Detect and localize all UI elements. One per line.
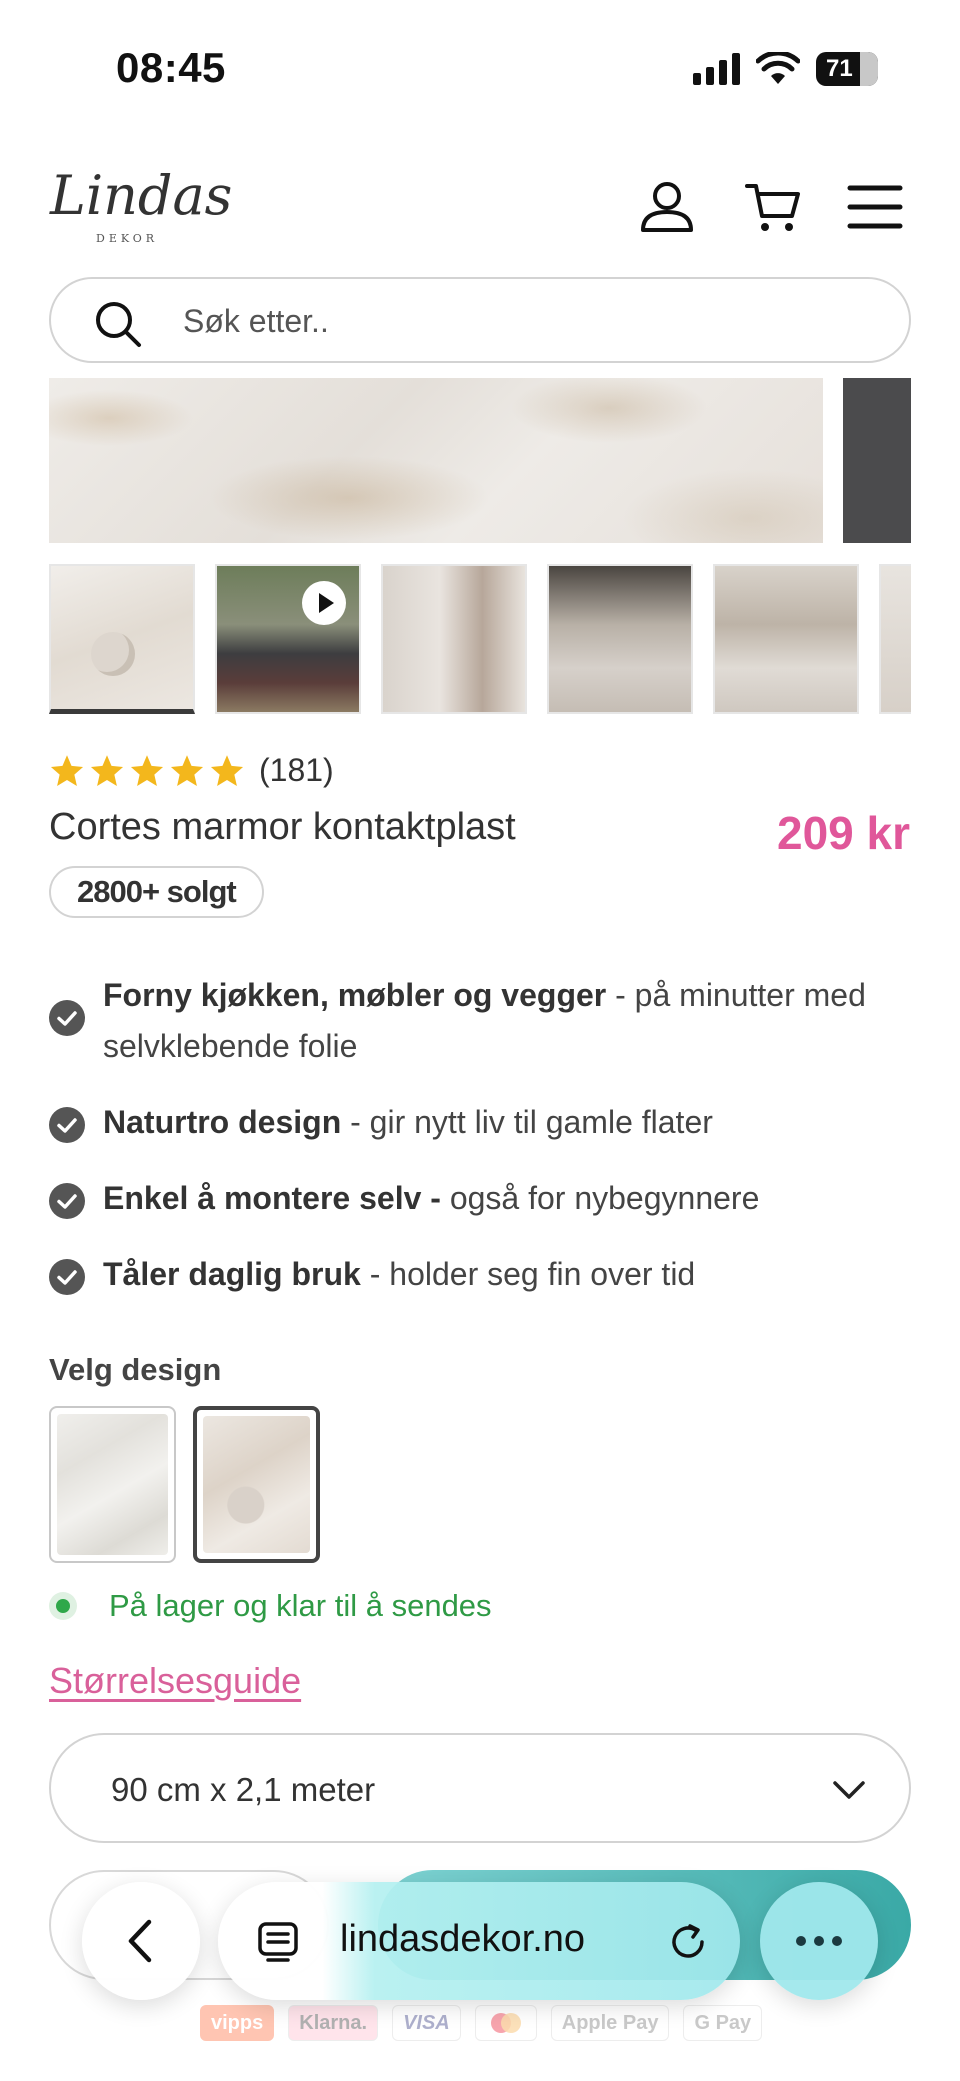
browser-back-button[interactable] — [82, 1882, 200, 2000]
tabs-icon — [258, 1922, 298, 1962]
stock-status: På lager og klar til å sendes — [49, 1588, 492, 1624]
klarna-logo: Klarna. — [288, 2005, 379, 2041]
check-circle-icon — [49, 1107, 85, 1143]
search-icon — [96, 302, 141, 347]
thumbnail[interactable] — [49, 564, 195, 714]
product-title: Cortes marmor kontaktplast — [49, 806, 516, 848]
thumbnail[interactable] — [879, 564, 911, 714]
thumbnail-strip[interactable] — [49, 564, 911, 714]
design-swatch[interactable] — [49, 1406, 176, 1563]
status-icons: 71 — [693, 52, 878, 86]
more-options-button[interactable] — [760, 1882, 878, 2000]
size-select[interactable]: 90 cm x 2,1 meter — [49, 1733, 911, 1843]
logo[interactable]: Lindas DEKOR — [50, 164, 233, 256]
benefit-text: - holder seg fin over tid — [360, 1256, 696, 1292]
product-image-main[interactable] — [49, 378, 823, 543]
benefit-item: Naturtro design - gir nytt liv til gamle… — [49, 1097, 911, 1148]
search-bar[interactable] — [49, 277, 911, 363]
sold-badge: 2800+ solgt — [49, 866, 264, 918]
star-icon — [210, 754, 244, 786]
site-header: Lindas DEKOR — [0, 160, 960, 260]
menu-icon[interactable] — [846, 178, 904, 236]
logo-subtext: DEKOR — [96, 232, 159, 245]
logo-text: Lindas — [50, 164, 233, 227]
status-bar: 08:45 71 — [0, 0, 960, 140]
star-icon — [130, 754, 164, 786]
star-icon — [90, 754, 124, 786]
benefits-list: Forny kjøkken, møbler og vegger - på min… — [49, 970, 911, 1325]
browser-toolbar: lindasdekor.no — [0, 1870, 960, 2010]
status-time: 08:45 — [116, 44, 226, 91]
star-icon — [170, 754, 204, 786]
stock-text: På lager og klar til å sendes — [109, 1588, 492, 1623]
rating-count: (181) — [259, 752, 334, 788]
search-input[interactable] — [183, 295, 883, 347]
check-circle-icon — [49, 1259, 85, 1295]
rating[interactable]: (181) — [49, 752, 334, 789]
benefit-item: Enkel å montere selv - også for nybegynn… — [49, 1173, 911, 1224]
size-select-value: 90 cm x 2,1 meter — [111, 1771, 376, 1808]
star-icon — [50, 754, 84, 786]
play-icon — [302, 581, 346, 625]
cart-icon[interactable] — [744, 178, 802, 236]
check-circle-icon — [49, 1000, 85, 1036]
battery-level: 71 — [826, 55, 853, 82]
url-text: lindasdekor.no — [340, 1918, 586, 1960]
benefit-item: Tåler daglig bruk - holder seg fin over … — [49, 1249, 911, 1300]
design-label: Velg design — [49, 1352, 222, 1387]
visa-logo: VISA — [392, 2005, 461, 2041]
in-stock-dot-icon — [49, 1592, 77, 1620]
thumbnail[interactable] — [547, 564, 693, 714]
account-icon[interactable] — [638, 178, 696, 236]
chevron-down-icon — [833, 1781, 865, 1799]
thumbnail-video[interactable] — [215, 564, 361, 714]
mastercard-logo — [474, 2005, 537, 2041]
thumbnail[interactable] — [381, 564, 527, 714]
wifi-icon — [756, 52, 800, 84]
battery-icon: 71 — [816, 52, 878, 86]
thumbnail[interactable] — [713, 564, 859, 714]
address-bar[interactable]: lindasdekor.no — [218, 1882, 740, 2000]
reload-icon[interactable] — [666, 1920, 710, 1964]
marble-image — [49, 378, 823, 543]
product-price: 209 kr — [776, 807, 910, 859]
cellular-signal-icon — [693, 53, 740, 85]
design-swatch-selected[interactable] — [193, 1406, 320, 1563]
benefit-title: Enkel å montere selv - — [103, 1180, 441, 1216]
size-guide-link[interactable]: Størrelsesguide — [49, 1660, 301, 1702]
benefit-item: Forny kjøkken, møbler og vegger - på min… — [49, 970, 911, 1072]
benefit-title: Tåler daglig bruk — [103, 1256, 361, 1292]
google-pay-logo: G Pay — [683, 2005, 763, 2041]
payment-methods: vipps Klarna. VISA Apple Pay G Pay — [200, 2005, 763, 2041]
product-image-next[interactable] — [843, 378, 911, 543]
benefit-text: også for nybegynnere — [440, 1180, 760, 1216]
benefit-title: Naturtro design — [103, 1104, 342, 1140]
chevron-left-icon — [128, 1919, 152, 1963]
vipps-logo: vipps — [200, 2005, 275, 2041]
check-circle-icon — [49, 1183, 85, 1219]
benefit-title: Forny kjøkken, møbler og vegger — [103, 977, 607, 1013]
apple-pay-logo: Apple Pay — [550, 2005, 670, 2041]
benefit-text: - gir nytt liv til gamle flater — [341, 1104, 713, 1140]
